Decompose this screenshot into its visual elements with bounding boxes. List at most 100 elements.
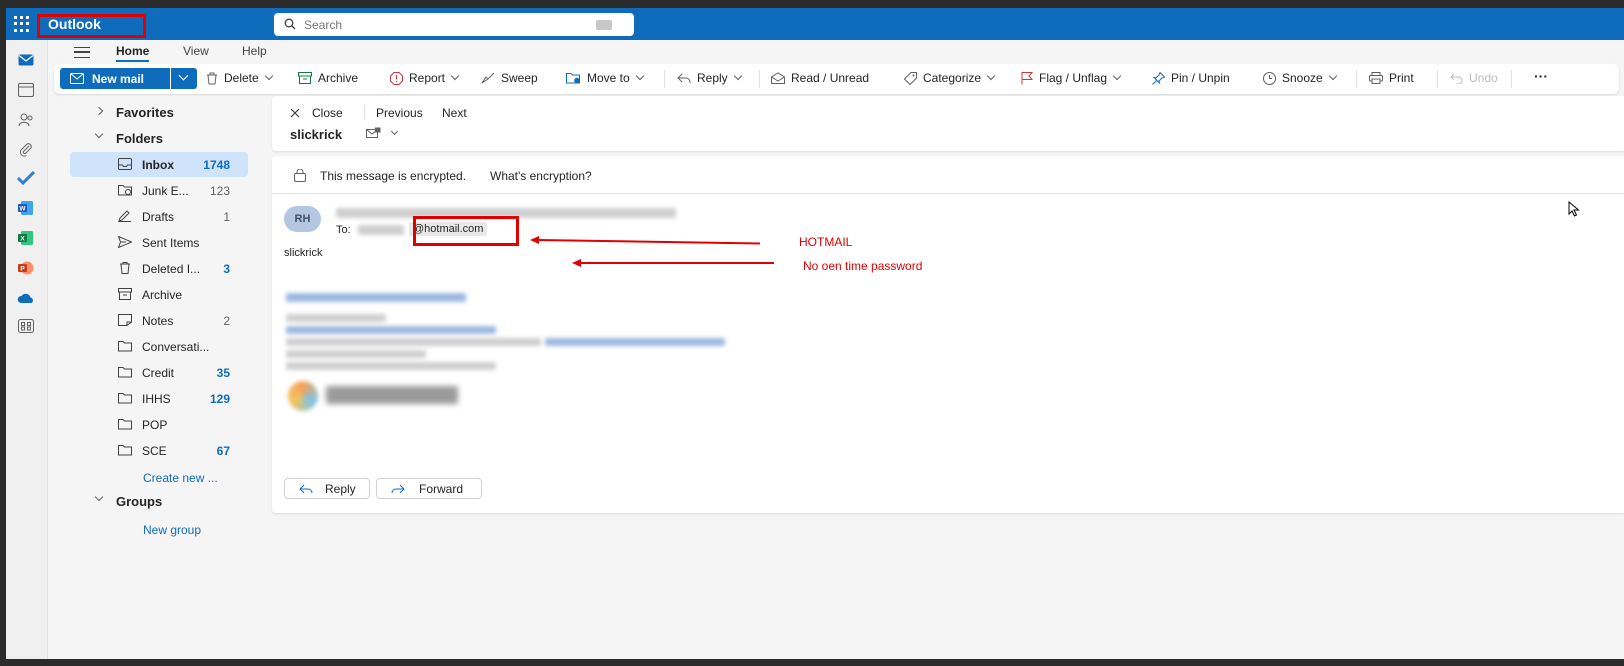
svg-text:P: P <box>20 266 25 273</box>
move-to-button[interactable]: Move to <box>566 71 644 85</box>
new-group-link[interactable]: New group <box>143 523 201 537</box>
archive-icon <box>298 72 312 84</box>
svg-text:W: W <box>19 206 26 213</box>
reply-icon <box>299 484 313 493</box>
categorize-button[interactable]: Categorize <box>904 71 996 85</box>
search-box[interactable] <box>274 13 634 36</box>
snooze-button[interactable]: Snooze <box>1263 71 1337 85</box>
encryption-text: This message is encrypted. <box>320 169 467 183</box>
create-new-folder-link[interactable]: Create new ... <box>143 471 218 485</box>
folder-item-sce[interactable]: SCE 67 <box>70 438 248 463</box>
reply-button[interactable]: Reply <box>677 71 742 85</box>
folder-count: 1748 <box>203 158 230 172</box>
tab-view[interactable]: View <box>183 44 209 58</box>
trash-icon <box>207 72 217 84</box>
folder-label: SCE <box>142 444 167 458</box>
outlook-window: Outlook W X P Home View Help New mail De… <box>6 8 1624 659</box>
folder-label: Credit <box>142 366 175 380</box>
new-mail-button[interactable]: New mail <box>60 68 170 89</box>
search-options-icon[interactable] <box>596 20 612 30</box>
powerpoint-icon[interactable]: P <box>16 258 36 278</box>
next-button[interactable]: Next <box>442 106 467 120</box>
delete-button[interactable]: Delete <box>206 71 273 85</box>
categorize-label: Categorize <box>923 71 982 85</box>
more-options-button[interactable]: ··· <box>1534 68 1548 84</box>
reply-icon <box>677 73 691 83</box>
new-mail-icon <box>70 73 84 84</box>
pin-unpin-button[interactable]: Pin / Unpin <box>1152 71 1230 85</box>
undo-button[interactable]: Undo <box>1450 71 1498 85</box>
annotation-box-hotmail <box>413 216 519 246</box>
close-button[interactable]: Close <box>290 106 343 120</box>
folder-item-notes[interactable]: Notes 2 <box>70 308 248 333</box>
todo-icon[interactable] <box>16 168 36 188</box>
mail-icon[interactable] <box>16 50 36 70</box>
signature-line-redacted <box>286 326 496 334</box>
folder-count: 129 <box>209 392 230 406</box>
signature-line-redacted <box>286 362 496 370</box>
chevron-down-icon[interactable] <box>94 129 104 139</box>
encrypted-mail-icon <box>366 127 381 138</box>
onedrive-icon[interactable] <box>16 288 36 308</box>
reading-pane-header: Close Previous Next slickrick <box>272 96 1624 151</box>
app-launcher-icon[interactable] <box>14 16 32 32</box>
forward-button[interactable]: Forward <box>376 478 482 499</box>
tab-help[interactable]: Help <box>242 44 267 58</box>
folder-item-conversations[interactable]: Conversati... <box>70 334 248 359</box>
sensitivity-dropdown[interactable] <box>366 127 399 139</box>
hamburger-menu-icon[interactable] <box>74 47 90 58</box>
folders-heading[interactable]: Folders <box>116 131 163 146</box>
reply-button[interactable]: Reply <box>284 478 370 499</box>
undo-icon <box>1450 73 1463 84</box>
sender-avatar[interactable]: RH <box>284 206 321 232</box>
more-apps-icon[interactable] <box>16 316 36 336</box>
calendar-icon[interactable] <box>16 80 36 100</box>
whats-encryption-link[interactable]: What's encryption? <box>490 169 592 183</box>
folder-item-pop[interactable]: POP <box>70 412 248 437</box>
favorites-heading[interactable]: Favorites <box>116 105 174 120</box>
search-input[interactable] <box>304 16 564 33</box>
report-button[interactable]: Report <box>390 71 460 85</box>
print-button[interactable]: Print <box>1369 71 1414 85</box>
folder-label: Sent Items <box>142 236 200 250</box>
folder-item-junk[interactable]: Junk E... 123 <box>70 178 248 203</box>
folder-count: 2 <box>223 314 230 328</box>
folder-item-inbox[interactable]: Inbox 1748 <box>70 152 248 177</box>
reply-label: Reply <box>325 481 356 496</box>
folder-label: Inbox <box>142 158 174 172</box>
folder-icon <box>118 445 132 456</box>
chevron-down-icon <box>450 71 460 81</box>
folder-count: 67 <box>216 444 230 458</box>
excel-icon[interactable]: X <box>16 228 36 248</box>
ribbon-separator <box>1437 70 1438 88</box>
read-unread-button[interactable]: Read / Unread <box>771 71 869 85</box>
folder-icon <box>118 341 132 352</box>
flag-icon <box>1021 71 1033 84</box>
folder-item-credit[interactable]: Credit 35 <box>70 360 248 385</box>
chevron-right-icon[interactable] <box>94 106 104 116</box>
folder-label: Notes <box>142 314 174 328</box>
clock-icon <box>1263 71 1276 85</box>
archive-button[interactable]: Archive <box>298 71 358 85</box>
folder-label: Deleted I... <box>142 262 201 276</box>
folder-item-sent[interactable]: Sent Items <box>70 230 248 255</box>
message-subject: slickrick <box>290 127 343 142</box>
attachment-icon[interactable] <box>16 140 36 160</box>
folder-item-drafts[interactable]: Drafts 1 <box>70 204 248 229</box>
flag-unflag-button[interactable]: Flag / Unflag <box>1021 71 1122 85</box>
previous-button[interactable]: Previous <box>376 106 423 120</box>
chevron-down-icon[interactable] <box>94 492 104 502</box>
people-icon[interactable] <box>16 110 36 130</box>
folder-item-deleted[interactable]: Deleted I... 3 <box>70 256 248 281</box>
folder-item-ihhs[interactable]: IHHS 129 <box>70 386 248 411</box>
ribbon-separator <box>1511 70 1512 88</box>
folder-item-archive[interactable]: Archive <box>70 282 248 307</box>
new-mail-dropdown[interactable] <box>171 68 197 89</box>
folder-pane: Favorites Folders Inbox 1748 Junk E... 1… <box>54 98 264 659</box>
tab-home[interactable]: Home <box>116 44 150 62</box>
groups-heading[interactable]: Groups <box>116 494 162 509</box>
sweep-button[interactable]: Sweep <box>481 71 538 85</box>
folder-count: 35 <box>216 366 230 380</box>
word-icon[interactable]: W <box>16 198 36 218</box>
new-mail-label: New mail <box>92 71 145 86</box>
